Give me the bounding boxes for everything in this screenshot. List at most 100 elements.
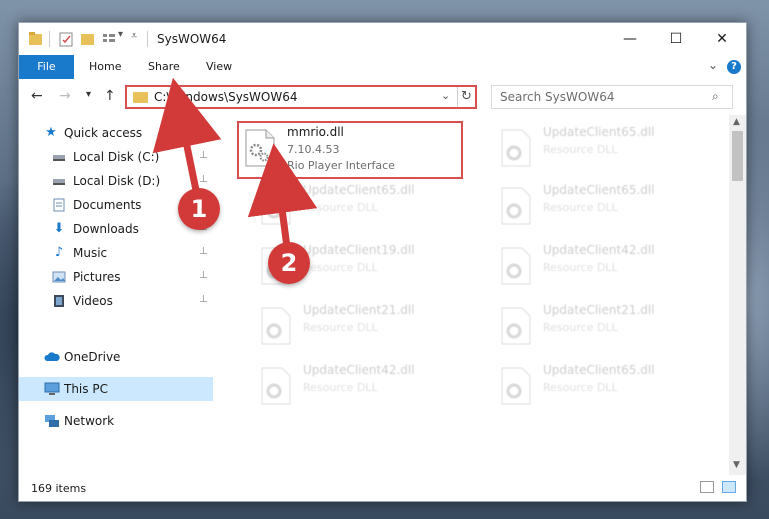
file-description: Resource DLL [543, 261, 618, 274]
scroll-down-icon[interactable]: ▼ [733, 460, 740, 470]
dll-file-icon [501, 187, 531, 225]
address-divider [457, 87, 458, 107]
sidebar-item-network[interactable]: Network [19, 409, 213, 433]
file-description: Rio Player Interface [287, 159, 395, 172]
file-tile[interactable]: UpdateClient21.dll Resource DLL [495, 301, 721, 359]
sidebar-item-local-disk-d[interactable]: Local Disk (D:) ⊥ [19, 169, 213, 193]
sidebar-item-videos[interactable]: Videos ⊥ [19, 289, 213, 313]
file-description: Resource DLL [303, 201, 378, 214]
qa-customize-arrow-icon[interactable]: ⩡ [131, 29, 137, 45]
sidebar-item-label: Downloads [73, 222, 139, 236]
tiles-view-icon[interactable] [722, 481, 736, 493]
file-tile[interactable]: UpdateClient21.dll Resource DLL [255, 301, 481, 359]
file-list: mmrio.dll 7.10.4.53 Rio Player Interface… [213, 115, 729, 475]
file-name: UpdateClient42.dll [543, 243, 655, 257]
back-button[interactable]: ← [31, 88, 43, 104]
vertical-scrollbar[interactable]: ▲ ▼ [729, 115, 746, 475]
maximize-button[interactable]: ☐ [653, 23, 699, 55]
up-button[interactable]: ↑ [104, 88, 116, 104]
annotation-marker-2: 2 [268, 242, 310, 284]
pin-icon[interactable]: ⊥ [199, 246, 208, 257]
tab-share[interactable]: Share [148, 55, 180, 79]
file-description: Resource DLL [543, 201, 618, 214]
sidebar-item-local-disk-c[interactable]: Local Disk (C:) ⊥ [19, 145, 213, 169]
sidebar-item-music[interactable]: ♪ Music ⊥ [19, 241, 213, 265]
item-count: 169 items [31, 482, 87, 495]
folder-icon [133, 92, 148, 103]
pin-icon[interactable]: ⊥ [199, 150, 208, 161]
sidebar-item-label: Quick access [64, 126, 143, 140]
sidebar-item-pictures[interactable]: Pictures ⊥ [19, 265, 213, 289]
file-tile-mmrio[interactable]: mmrio.dll 7.10.4.53 Rio Player Interface [237, 121, 463, 179]
scroll-up-icon[interactable]: ▲ [733, 117, 740, 127]
minimize-button[interactable]: — [607, 23, 653, 55]
qa-dropdown-icon[interactable]: ▾ [118, 29, 123, 45]
tab-file[interactable]: File [19, 55, 74, 79]
file-description: Resource DLL [543, 381, 618, 394]
drive-icon [52, 174, 66, 188]
file-description: Resource DLL [303, 321, 378, 334]
sidebar-item-label: Local Disk (D:) [73, 174, 161, 188]
help-icon[interactable]: ? [727, 60, 741, 74]
file-name: UpdateClient21.dll [543, 303, 655, 317]
videos-icon [52, 294, 66, 308]
forward-button[interactable]: → [59, 88, 71, 104]
properties-icon[interactable] [59, 31, 73, 47]
drive-icon [52, 150, 66, 164]
file-name: UpdateClient65.dll [543, 363, 655, 377]
file-tile[interactable]: UpdateClient65.dll Resource DLL [495, 123, 721, 181]
star-icon: ★ [45, 125, 57, 140]
sidebar-item-onedrive[interactable]: OneDrive [19, 345, 213, 369]
new-folder-icon[interactable] [81, 31, 95, 47]
file-explorer-window: ▾ ⩡ SysWOW64 — ☐ ✕ File Home Share View … [18, 22, 747, 502]
sidebar-item-label: Pictures [73, 270, 121, 284]
sidebar-item-label: Music [73, 246, 108, 260]
file-name: UpdateClient42.dll [303, 363, 415, 377]
address-bar[interactable]: C:\Windows\SysWOW64 ⌄ ↻ [125, 85, 477, 109]
close-button[interactable]: ✕ [699, 23, 745, 55]
dll-file-icon [501, 367, 531, 405]
file-tile[interactable]: UpdateClient42.dll Resource DLL [255, 361, 481, 419]
address-path[interactable]: C:\Windows\SysWOW64 [154, 90, 298, 104]
computer-icon [44, 382, 60, 396]
pin-icon[interactable]: ⊥ [199, 174, 208, 185]
title-bar: ▾ ⩡ SysWOW64 — ☐ ✕ [19, 23, 746, 55]
file-tile[interactable]: UpdateClient65.dll Resource DLL [495, 181, 721, 239]
dll-file-icon [501, 247, 531, 285]
file-description: Resource DLL [303, 381, 378, 394]
dll-file-icon [261, 187, 291, 225]
details-view-icon[interactable] [700, 481, 714, 493]
search-icon[interactable]: ⌕ [712, 89, 719, 104]
chevron-down-icon[interactable]: ⌄ [708, 58, 718, 72]
sidebar-item-quick-access[interactable]: ★ Quick access [19, 121, 213, 145]
sidebar-item-label: Videos [73, 294, 113, 308]
search-input[interactable]: Search SysWOW64 ⌕ [491, 85, 733, 109]
scroll-thumb[interactable] [732, 131, 743, 181]
sidebar-item-label: Local Disk (C:) [73, 150, 160, 164]
music-icon: ♪ [54, 245, 64, 260]
customize-icon[interactable] [102, 31, 116, 47]
tab-home[interactable]: Home [89, 55, 121, 79]
tab-view[interactable]: View [206, 55, 232, 79]
refresh-icon[interactable]: ↻ [461, 89, 472, 104]
dll-file-icon [501, 129, 531, 167]
file-name: UpdateClient65.dll [303, 183, 415, 197]
file-tile[interactable]: UpdateClient42.dll Resource DLL [495, 241, 721, 299]
recent-locations-button[interactable]: ▾ [86, 89, 91, 100]
cloud-icon [44, 350, 60, 364]
file-name: UpdateClient65.dll [543, 125, 655, 139]
address-dropdown-icon[interactable]: ⌄ [441, 89, 450, 102]
sidebar-item-label: OneDrive [64, 350, 121, 364]
documents-icon [52, 198, 66, 212]
network-icon [44, 414, 59, 428]
sidebar-item-label: This PC [64, 382, 108, 396]
file-description: Resource DLL [543, 321, 618, 334]
pin-icon[interactable]: ⊥ [199, 294, 208, 305]
dll-file-icon [261, 367, 291, 405]
file-tile[interactable]: UpdateClient65.dll Resource DLL [255, 181, 481, 239]
sidebar-item-this-pc[interactable]: This PC [19, 377, 213, 401]
pin-icon[interactable]: ⊥ [199, 270, 208, 281]
file-tile[interactable]: UpdateClient65.dll Resource DLL [495, 361, 721, 419]
file-description: Resource DLL [303, 261, 378, 274]
window-title: SysWOW64 [157, 32, 227, 46]
